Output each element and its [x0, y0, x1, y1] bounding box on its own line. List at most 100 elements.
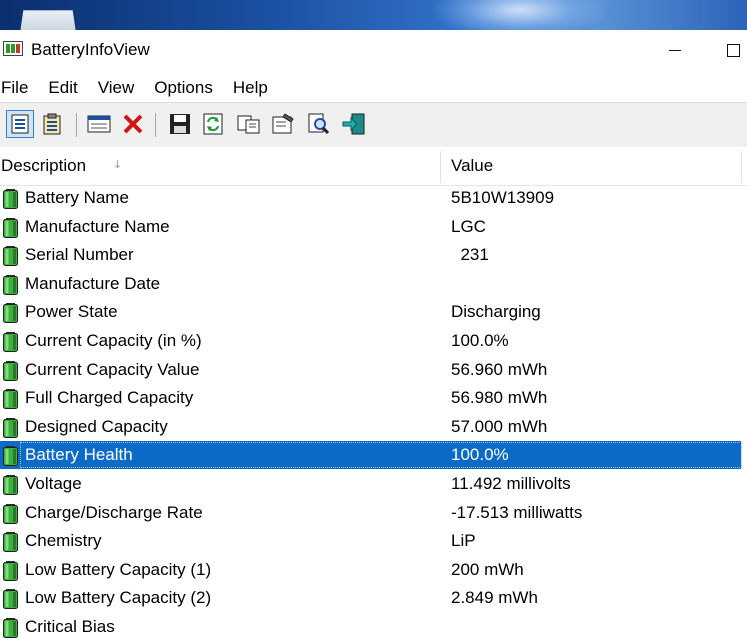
battery-icon: [3, 246, 18, 267]
table-row[interactable]: Full Charged Capacity 56.980 mWh: [0, 384, 741, 412]
desktop-wallpaper-glow: [430, 0, 610, 30]
properties-button[interactable]: [269, 110, 297, 138]
table-row[interactable]: Current Capacity Value 56.960 mWh: [0, 356, 741, 384]
column-divider[interactable]: [741, 151, 742, 183]
table-row[interactable]: Manufacture Name LGC: [0, 213, 741, 241]
row-description: Full Charged Capacity: [25, 388, 194, 408]
table-row[interactable]: Charge/Discharge Rate -17.513 milliwatts: [0, 499, 741, 527]
menu-edit[interactable]: Edit: [48, 78, 87, 98]
row-description: Serial Number: [25, 245, 134, 265]
table-row[interactable]: Current Capacity (in %) 100.0%: [0, 327, 741, 355]
battery-icon: [3, 618, 18, 638]
save-button[interactable]: [166, 110, 194, 138]
toolbar: [0, 102, 747, 148]
sort-arrow-icon: ↓: [113, 158, 123, 171]
row-value: 231: [451, 245, 489, 265]
table-row[interactable]: Voltage 11.492 millivolts: [0, 470, 741, 498]
taskbar-preview-tab[interactable]: [20, 10, 76, 30]
battery-icon: [3, 389, 18, 410]
battery-icon: [3, 589, 18, 610]
html-report-icon: [11, 114, 29, 134]
table-row[interactable]: Power State Discharging: [0, 298, 741, 326]
row-description: Charge/Discharge Rate: [25, 502, 203, 522]
battery-icon: [3, 360, 18, 381]
row-description: Chemistry: [25, 531, 102, 551]
battery-info-list[interactable]: Description ↓ Value Battery Name 5B10W139…: [0, 147, 747, 638]
menu-options[interactable]: Options: [154, 78, 223, 98]
battery-icon: [3, 217, 18, 238]
row-description: Low Battery Capacity (2): [25, 588, 212, 608]
battery-icon: [3, 332, 18, 352]
row-value: 100.0%: [451, 331, 509, 350]
toolbar-separator: [155, 113, 156, 137]
table-row[interactable]: Battery Health 100.0%: [0, 441, 742, 470]
battery-app-icon: [3, 41, 23, 56]
row-description: Current Capacity (in %): [25, 331, 202, 350]
row-description: Low Battery Capacity (1): [25, 559, 212, 579]
table-row[interactable]: Low Battery Capacity (2) 2.849 mWh: [0, 584, 741, 612]
window-title: BatteryInfoView: [31, 40, 150, 59]
properties-window-button[interactable]: [85, 110, 113, 138]
properties-icon: [272, 113, 294, 134]
table-row[interactable]: Low Battery Capacity (1) 200 mWh: [0, 556, 741, 584]
battery-icon: [3, 503, 18, 524]
row-value: 5B10W13909: [451, 188, 555, 207]
delete-icon: [123, 114, 143, 134]
exit-button[interactable]: [340, 110, 368, 138]
battery-icon: [3, 475, 18, 495]
row-value: 57.000 mWh: [451, 416, 548, 436]
row-description: Designed Capacity: [25, 416, 168, 436]
column-header-value[interactable]: Value: [451, 147, 493, 185]
row-value: Discharging: [451, 302, 541, 322]
row-description: Manufacture Name: [25, 216, 170, 236]
log-view-button[interactable]: [38, 110, 66, 138]
column-header-description[interactable]: Description: [1, 147, 86, 185]
battery-icon: [3, 417, 18, 438]
maximize-button[interactable]: [727, 34, 747, 66]
minimize-button[interactable]: [652, 34, 698, 66]
row-value: LGC: [451, 216, 486, 236]
row-value: 2.849 mWh: [451, 588, 538, 608]
table-row[interactable]: Chemistry LiP: [0, 527, 741, 555]
desktop-background: [0, 0, 747, 30]
save-icon: [170, 114, 190, 134]
row-description: Manufacture Date: [25, 273, 161, 293]
menu-bar: File Edit View Options Help: [0, 74, 747, 102]
battery-icon: [3, 303, 18, 324]
table-row[interactable]: Serial Number 231: [0, 241, 741, 269]
row-value: 200 mWh: [451, 559, 524, 579]
table-row[interactable]: Designed Capacity 57.000 mWh: [0, 413, 741, 441]
list-header: Description ↓ Value: [0, 147, 747, 186]
find-icon: [308, 113, 330, 135]
row-description: Current Capacity Value: [25, 359, 200, 379]
minimize-icon: [669, 49, 681, 51]
exit-icon: [342, 113, 365, 135]
refresh-icon: [203, 113, 223, 135]
log-view-icon: [43, 113, 61, 135]
row-description: Voltage: [25, 474, 82, 493]
refresh-button[interactable]: [199, 110, 227, 138]
battery-icon: [3, 560, 18, 581]
battery-icon: [3, 446, 18, 467]
menu-help[interactable]: Help: [233, 78, 278, 98]
menu-view[interactable]: View: [98, 78, 145, 98]
row-value: LiP: [451, 531, 476, 551]
battery-icon: [3, 189, 18, 209]
row-value: 56.980 mWh: [451, 388, 548, 408]
battery-icon: [3, 532, 18, 553]
row-description: Power State: [25, 302, 118, 322]
column-divider[interactable]: [440, 151, 441, 183]
toolbar-separator: [76, 113, 77, 137]
delete-button[interactable]: [119, 110, 147, 138]
copy-button[interactable]: [235, 110, 263, 138]
row-value: 11.492 millivolts: [451, 474, 571, 493]
row-description: Battery Name: [25, 188, 129, 207]
row-value: 100.0%: [451, 445, 509, 465]
table-row[interactable]: Manufacture Date: [0, 270, 741, 298]
table-row[interactable]: Battery Name 5B10W13909: [0, 184, 741, 212]
html-report-button[interactable]: [6, 110, 34, 138]
copy-icon: [237, 115, 260, 134]
menu-file[interactable]: File: [1, 78, 38, 98]
maximize-icon: [727, 43, 740, 57]
find-button[interactable]: [305, 110, 333, 138]
